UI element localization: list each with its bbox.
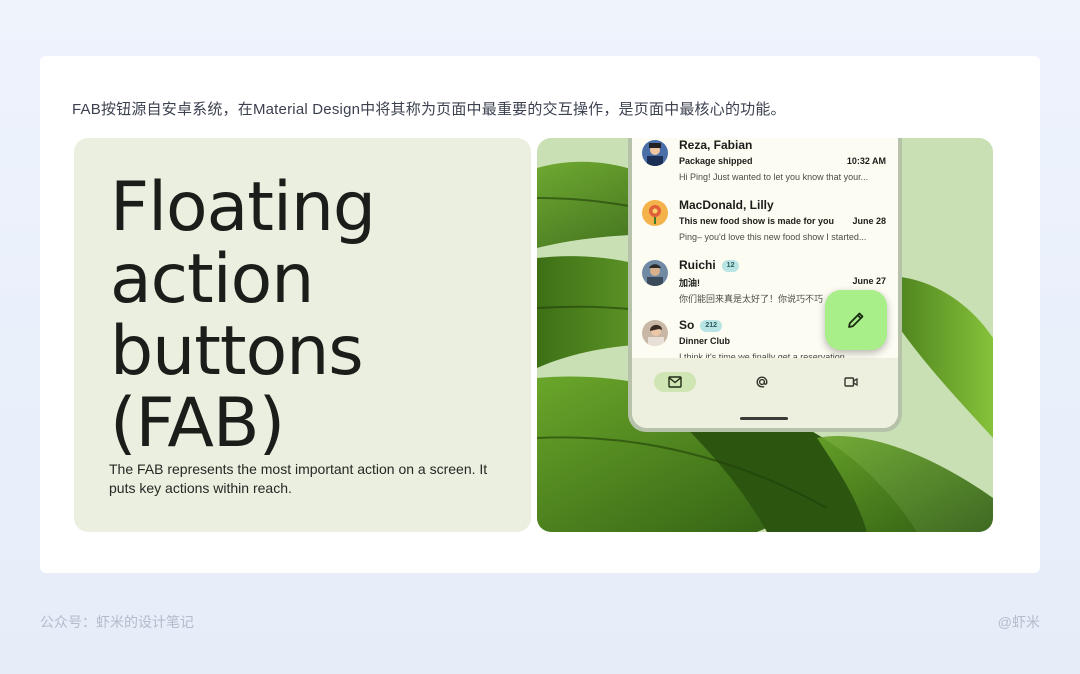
mail-subject: 加油! (679, 278, 700, 288)
mail-time: 10:32 AM (846, 156, 886, 166)
fab-example-panel: Reza, Fabian Package shipped 10:32 AM Hi… (537, 138, 993, 532)
phone-mockup: Reza, Fabian Package shipped 10:32 AM Hi… (628, 138, 902, 432)
mail-preview: Ping– you'd love this new food show I st… (679, 232, 867, 242)
fab-intro-panel: Floating action buttons (FAB) The FAB re… (74, 138, 531, 532)
mail-time: June 27 (852, 276, 886, 286)
hero-title-line: Floating (110, 168, 376, 247)
hero-title-line: buttons (110, 312, 364, 391)
video-icon[interactable] (844, 375, 858, 389)
sender-name: Reza, Fabian (679, 138, 753, 152)
content-card: FAB按钮源自安卓系统，在Material Design中将其称为页面中最重要的… (40, 56, 1040, 573)
avatar (642, 140, 668, 166)
hero-description: The FAB represents the most important ac… (109, 461, 488, 496)
mail-icon (668, 376, 682, 388)
mail-time: June 28 (852, 216, 886, 226)
sender-name-text: So (679, 318, 695, 332)
nav-item-mail[interactable] (654, 372, 696, 392)
phone-screen: Reza, Fabian Package shipped 10:32 AM Hi… (632, 138, 898, 428)
footer-account-name: 公众号：虾米的设计笔记 (40, 614, 194, 630)
list-item[interactable]: Reza, Fabian Package shipped 10:32 AM Hi… (632, 138, 898, 196)
mail-subject: This new food show is made for you (679, 216, 835, 226)
sender-name: So 212 (679, 318, 723, 332)
unread-count-badge: 12 (721, 260, 740, 272)
hero-title-line: (FAB) (110, 384, 285, 463)
sender-name: Ruichi 12 (679, 258, 740, 272)
mail-subject: Dinner Club (679, 336, 730, 346)
hero-title-line: action (110, 240, 314, 319)
avatar (642, 260, 668, 286)
list-item[interactable]: MacDonald, Lilly This new food show is m… (632, 196, 898, 256)
hero-title: Floating action buttons (FAB) (110, 172, 490, 460)
mail-preview: 你们能回来真是太好了！你说巧不巧 (679, 294, 824, 304)
intro-caption: FAB按钮源自安卓系统，在Material Design中将其称为页面中最重要的… (72, 101, 786, 118)
gesture-home-bar (740, 417, 788, 420)
pencil-icon (848, 312, 864, 328)
floating-action-button[interactable] (825, 290, 887, 350)
sender-name: MacDonald, Lilly (679, 198, 774, 212)
bottom-navigation (632, 358, 898, 428)
footer-handle: @虾米 (997, 614, 1040, 630)
mail-subject: Package shipped (679, 156, 753, 166)
sender-name-text: Ruichi (679, 258, 716, 272)
unread-count-badge: 212 (700, 320, 723, 332)
at-sign-icon[interactable] (755, 375, 769, 389)
mail-preview: Hi Ping! Just wanted to let you know tha… (679, 172, 869, 182)
avatar (642, 320, 668, 346)
avatar (642, 200, 668, 226)
